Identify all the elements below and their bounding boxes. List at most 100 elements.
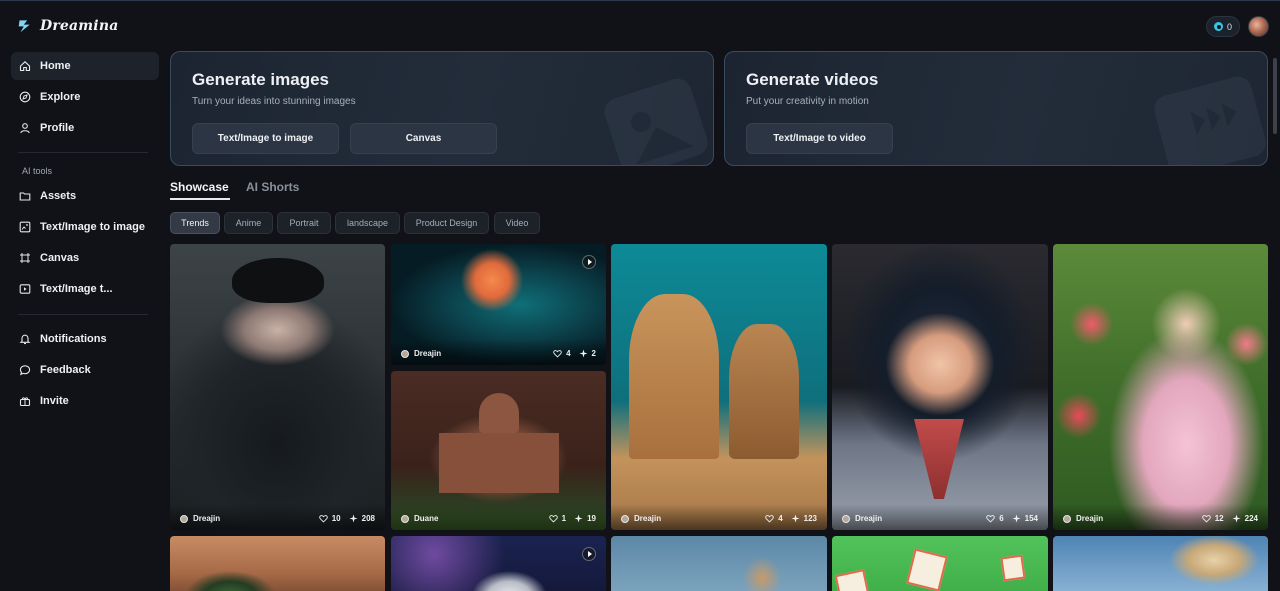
card-author[interactable]: Dreajin [401,349,441,358]
card-author[interactable]: Dreajin [621,514,661,523]
author-avatar [180,514,188,523]
card-stats: 12 224 [1201,514,1258,523]
sidebar-item-home[interactable]: Home [11,52,159,80]
card-image-detail [1000,554,1026,582]
play-icon[interactable] [582,255,596,269]
text-image-to-video-button[interactable]: Text/Image to video [746,123,893,154]
video-edit-icon [19,284,31,294]
card-stats: 4 123 [765,514,817,523]
sidebar-item-label: Text/Image to image [40,221,145,233]
card-author[interactable]: Dreajin [1063,514,1103,523]
app-logo[interactable]: Dreamina [17,17,118,34]
remix-icon[interactable] [1012,514,1021,523]
chat-icon [19,365,31,376]
card-author[interactable]: Dreajin [180,514,220,523]
card-stats: 10 208 [318,514,375,523]
filter-portrait[interactable]: Portrait [277,212,331,234]
showcase-card[interactable]: Dreajin 10 208 [170,244,385,530]
showcase-card[interactable] [1053,536,1268,591]
card-image-detail [629,294,719,459]
author-avatar [401,514,409,523]
showcase-card[interactable]: Dreajin 6 154 [832,244,1048,530]
card-image-detail [834,569,870,591]
author-avatar [842,514,850,523]
showcase-card[interactable]: Dreajin 4 2 [391,244,606,365]
folder-icon [19,192,31,201]
filter-anime[interactable]: Anime [224,212,273,234]
sidebar-item-text-image-to-image[interactable]: Text/Image to image [11,213,159,241]
sidebar-item-label: Invite [40,395,69,407]
tab-showcase[interactable]: Showcase [170,180,229,194]
sidebar-item-label: Explore [40,91,81,103]
filter-video[interactable]: Video [494,212,540,234]
remix-icon[interactable] [578,349,588,358]
sidebar-item-label: Assets [40,190,77,202]
scrollbar[interactable] [1273,58,1277,134]
card-author[interactable]: Duane [401,514,438,523]
dreamina-logo-icon [18,20,30,33]
sidebar-item-text-image-to-video[interactable]: Text/Image t... [11,275,159,303]
showcase-card[interactable]: Dreajin 4 123 [611,244,827,530]
image-decoration-icon [604,78,708,165]
sidebar-item-assets[interactable]: Assets [11,182,159,210]
sidebar-item-invite[interactable]: Invite [11,387,159,415]
compass-icon [19,91,31,103]
showcase-card[interactable] [170,536,385,591]
generate-images-title: Generate images [192,70,330,89]
sidebar-item-label: Notifications [40,333,107,345]
heart-icon[interactable] [548,514,558,523]
video-decoration-icon [1154,76,1266,165]
filter-landscape[interactable]: landscape [335,212,400,234]
showcase-card[interactable]: Dreajin 12 224 [1053,244,1268,530]
remix-icon[interactable] [349,514,358,523]
bell-icon [19,334,31,345]
sidebar-divider [18,152,148,153]
canvas-button[interactable]: Canvas [350,123,497,154]
gift-icon [19,397,31,407]
window-top-border [0,0,1280,1]
play-icon[interactable] [582,547,596,561]
card-author[interactable]: Dreajin [842,514,882,523]
sidebar-item-feedback[interactable]: Feedback [11,356,159,384]
author-avatar [1063,514,1071,523]
sidebar-item-notifications[interactable]: Notifications [11,325,159,353]
sidebar-section-label: AI tools [22,166,53,176]
sidebar-item-profile[interactable]: Profile [11,114,159,142]
heart-icon[interactable] [318,514,328,523]
sidebar-item-explore[interactable]: Explore [11,83,159,111]
credits-badge[interactable]: 0 [1206,16,1241,37]
image-edit-icon [19,221,31,233]
heart-icon[interactable] [553,349,562,358]
sidebar-divider [18,314,148,315]
remix-icon[interactable] [574,514,583,523]
generate-images-card: Generate images Turn your ideas into stu… [170,51,714,166]
remix-icon[interactable] [791,514,800,523]
filter-trends[interactable]: Trends [170,212,220,234]
showcase-card[interactable] [611,536,827,591]
heart-icon[interactable] [1201,514,1211,523]
heart-icon[interactable] [986,514,995,523]
author-avatar [401,349,409,358]
showcase-card[interactable] [391,536,606,591]
heart-icon[interactable] [765,514,774,523]
generate-images-subtitle: Turn your ideas into stunning images [192,96,356,107]
sidebar-item-label: Canvas [40,252,80,264]
sidebar-item-label: Home [40,60,71,72]
filter-product-design[interactable]: Product Design [404,212,489,234]
author-avatar [621,514,629,523]
canvas-icon [20,253,30,263]
app-name: Dreamina [40,17,119,34]
text-image-to-image-button[interactable]: Text/Image to image [192,123,339,154]
card-image-detail [906,548,948,591]
generate-videos-title: Generate videos [746,70,879,89]
showcase-card[interactable]: Duane 1 19 [391,371,606,530]
sidebar-item-canvas[interactable]: Canvas [11,244,159,272]
credit-icon [1214,22,1223,31]
generate-videos-subtitle: Put your creativity in motion [746,96,869,107]
remix-icon[interactable] [1232,514,1241,523]
tab-ai-shorts[interactable]: AI Shorts [246,180,299,194]
showcase-card[interactable] [832,536,1048,591]
user-avatar[interactable] [1248,16,1269,37]
home-icon [19,61,31,72]
generate-videos-card: Generate videos Put your creativity in m… [724,51,1268,166]
